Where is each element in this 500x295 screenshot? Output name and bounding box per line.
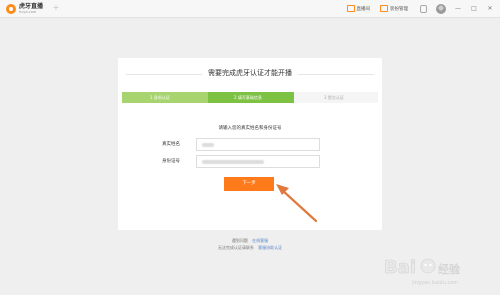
svg-text:经验: 经验 [438,262,460,276]
title-bar: 虎牙直播 huya.com + 直播间 装扮管理 — □ ✕ [0,0,500,18]
decoration-manage-label: 装扮管理 [390,6,408,12]
minimize-button[interactable]: — [454,4,462,14]
close-button[interactable]: ✕ [486,4,494,14]
real-name-field[interactable] [196,137,320,151]
id-number-row: 身份证号 [162,154,320,168]
id-number-field[interactable] [196,154,320,168]
footer-help-text: 遇到问题 [231,238,248,243]
blurred-value [202,159,264,164]
verification-card: 需要完成虎牙认证才能开播 1 身份认证 2 填写基础信息 3 提交认证 请输入您… [118,58,382,230]
logo-domain: huya.com [19,9,37,14]
card-title: 需要完成虎牙认证才能开播 [118,68,382,78]
step-basic-info: 2 填写基础信息 [208,92,300,103]
svg-text:jingyan.baidu.com: jingyan.baidu.com [411,280,458,286]
maximize-button[interactable]: □ [470,4,478,14]
decoration-manage-button[interactable]: 装扮管理 [380,5,408,12]
id-number-label: 身份证号 [162,159,180,164]
form-hint: 请输入您的真实姓名和身份证号 [218,126,282,131]
new-tab-button[interactable]: + [52,4,60,12]
huya-logo-icon [6,4,16,14]
real-name-row: 真实姓名 [162,137,320,151]
progress-steps: 1 身份认证 2 填写基础信息 3 提交认证 [122,92,378,103]
app-window: 虎牙直播 huya.com + 直播间 装扮管理 — □ ✕ 需要完成虎牙认证才… [0,0,500,295]
next-step-button[interactable]: 下一步 [224,177,274,191]
footer-help: 遇到问题 在线客服 [0,238,500,244]
live-room-button[interactable]: 直播间 [346,5,371,12]
blurred-value [202,142,214,147]
assisted-verify-link[interactable]: 客服协助认证 [258,245,282,250]
online-service-link[interactable]: 在线客服 [252,238,268,243]
user-icon[interactable] [420,4,427,13]
card-title-text: 需要完成虎牙认证才能开播 [202,69,298,77]
real-name-label: 真实姓名 [162,142,180,147]
logo-name: 虎牙直播 [19,2,44,10]
live-room-label: 直播间 [356,6,371,12]
monitor-icon [346,5,355,12]
baidu-jingyan-watermark: Bai 经验 jingyan.baidu.com [384,257,461,286]
step-identity: 1 身份认证 [122,92,214,103]
avatar[interactable] [436,3,446,14]
gift-icon [380,5,388,12]
footer-contact-text: 无法完成认证请联系 [217,245,254,250]
footer-contact: 无法完成认证请联系 客服协助认证 [0,245,500,251]
step-submit: 3 提交认证 [294,92,378,103]
svg-text:Bai: Bai [384,257,416,278]
huya-logo[interactable]: 虎牙直播 huya.com [6,3,43,15]
